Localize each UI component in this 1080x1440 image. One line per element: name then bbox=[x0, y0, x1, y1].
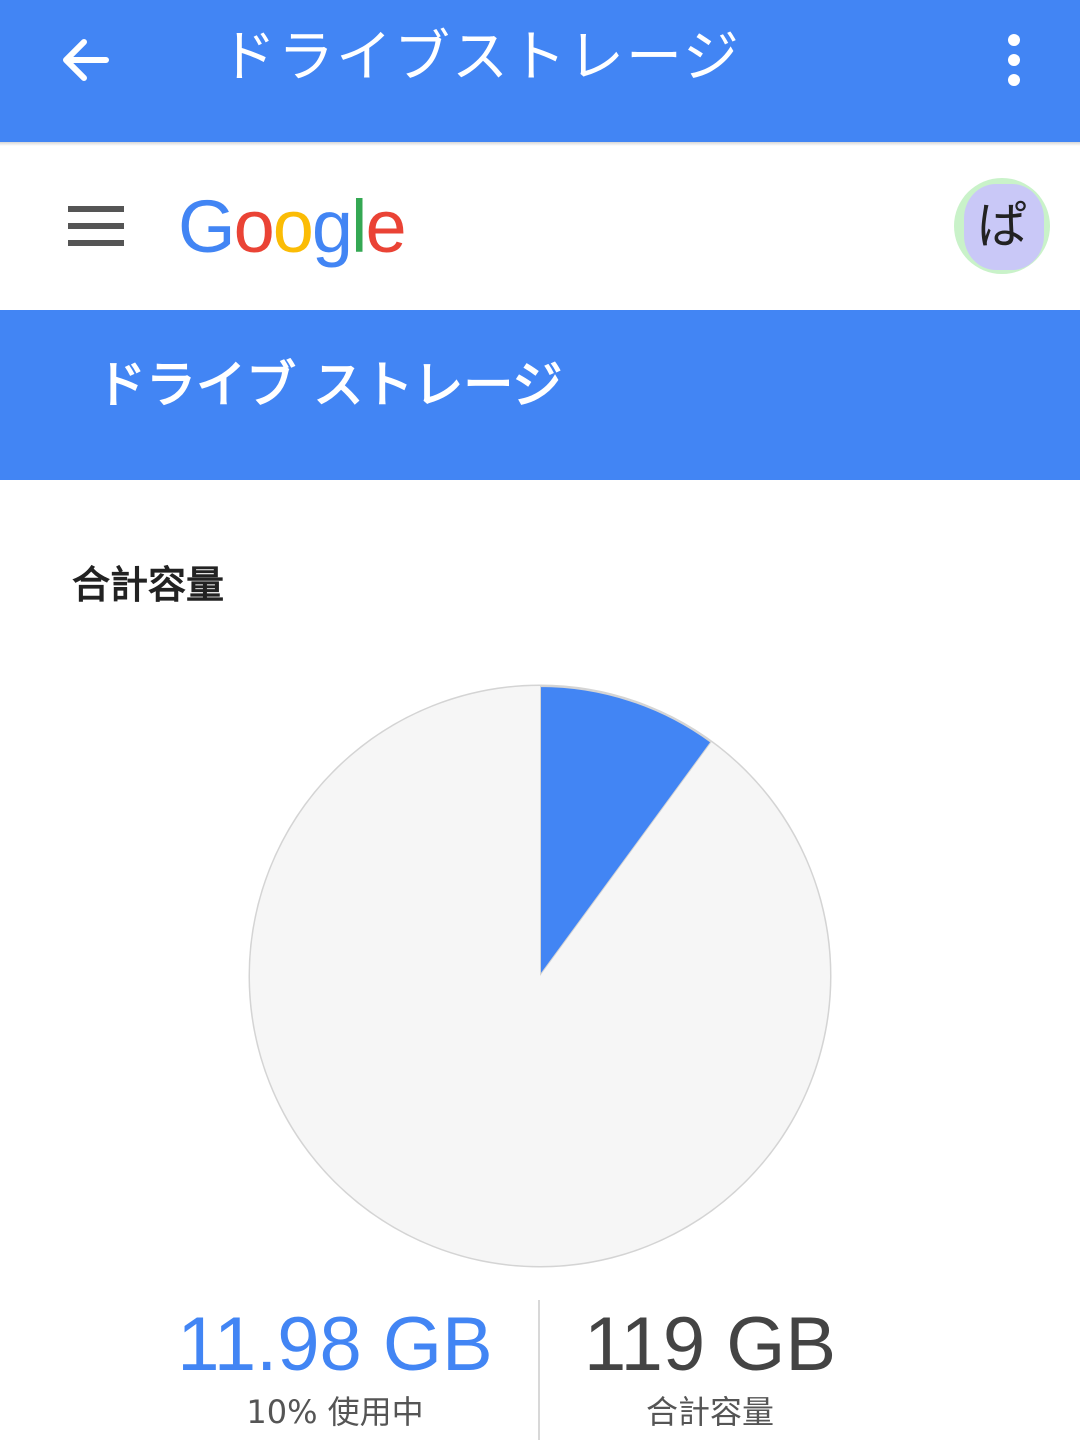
pie-slice-free bbox=[249, 686, 830, 1266]
hamburger-menu-icon[interactable] bbox=[68, 206, 124, 246]
used-value: 11.98 GB bbox=[177, 1302, 493, 1387]
app-bar-title: ドライブストレージ bbox=[220, 25, 741, 90]
arrow-back-icon[interactable] bbox=[56, 30, 116, 90]
storage-pie-chart bbox=[248, 684, 832, 1268]
avatar-text: ぱ bbox=[977, 197, 1027, 255]
used-caption: 10% 使用中 bbox=[246, 1393, 424, 1431]
page-title: ドライブ ストレージ bbox=[96, 356, 563, 414]
stat-divider bbox=[538, 1300, 540, 1440]
total-caption: 合計容量 bbox=[645, 1393, 774, 1431]
total-value: 119 GB bbox=[583, 1302, 837, 1387]
avatar[interactable]: ぱ bbox=[954, 178, 1050, 274]
google-header: Google ぱ bbox=[0, 146, 1080, 310]
total-stat: 119 GB 合計容量 bbox=[550, 1300, 870, 1434]
app-bar: ドライブストレージ bbox=[0, 0, 1080, 142]
page-banner: ドライブ ストレージ bbox=[0, 310, 1080, 480]
section-label: 合計容量 bbox=[72, 563, 225, 607]
used-stat: 11.98 GB 10% 使用中 bbox=[140, 1300, 530, 1434]
more-vert-icon[interactable] bbox=[996, 30, 1032, 90]
google-logo[interactable]: Google bbox=[178, 182, 407, 272]
